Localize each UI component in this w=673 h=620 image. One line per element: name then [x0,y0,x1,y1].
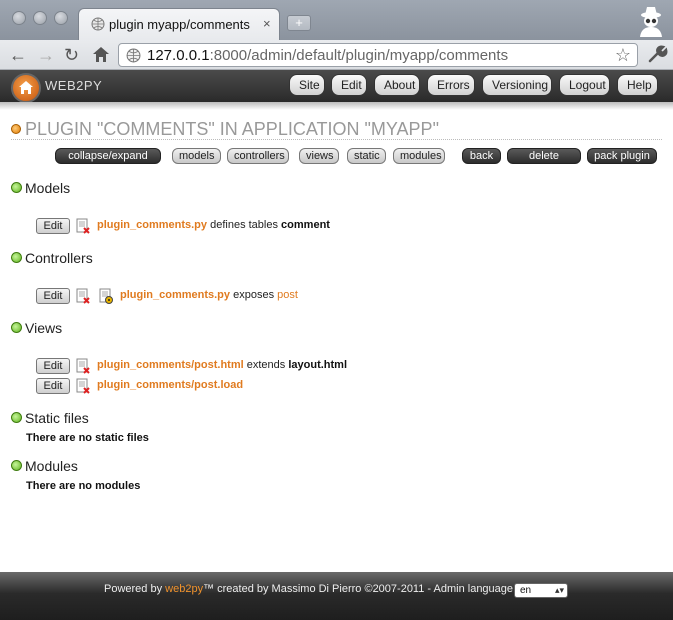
tab-close-icon[interactable]: × [263,16,271,31]
url-path: :8000/admin/default/plugin/myapp/comment… [209,47,509,64]
view-file-row: plugin_comments/post.html extends layout… [97,359,347,371]
new-tab-button[interactable]: + [287,15,311,31]
title-divider [11,139,662,140]
models-section-title[interactable]: Models [25,180,70,196]
delete-file-icon[interactable] [76,288,90,304]
view-file-row: plugin_comments/post.load [97,379,243,391]
modules-section-title[interactable]: Modules [25,458,78,474]
menu-help-button[interactable]: Help [617,74,658,96]
language-select[interactable]: en ▴▾ [514,583,568,598]
address-bar[interactable]: 127.0.0.1:8000/admin/default/plugin/myap… [118,43,638,67]
language-value: en [520,585,532,596]
controller-file-row: plugin_comments.py exposes post [120,289,298,301]
bookmark-star-icon[interactable]: ☆ [615,45,631,66]
browser-tab[interactable]: plugin myapp/comments × [78,8,280,40]
collapse-expand-all-button[interactable]: collapse/expand all [55,148,161,176]
delete-plugin-button[interactable]: delete plugin [507,148,581,176]
house-icon [19,81,33,94]
url-text: 127.0.0.1:8000/admin/default/plugin/myap… [147,47,508,64]
static-empty-note: There are no static files [26,432,149,444]
select-arrows-icon: ▴▾ [554,585,564,595]
edit-model-button[interactable]: Edit [36,218,70,234]
app-header: WEB2PY Site Edit About Errors Versioning… [0,70,673,103]
controller-file-link[interactable]: plugin_comments.py [120,289,230,301]
controllers-section-title[interactable]: Controllers [25,250,93,266]
logo-text: WEB2PY [45,78,103,93]
reload-icon[interactable]: ↻ [64,45,79,65]
minimize-window-button[interactable] [33,11,47,25]
model-file-row: plugin_comments.py defines tables commen… [97,219,330,231]
static-filter-button[interactable]: static [347,148,386,164]
exposed-function-link[interactable]: post [277,289,298,301]
globe-icon [126,48,141,63]
modules-bullet-icon [11,460,22,471]
home-icon[interactable] [92,46,110,63]
back-button[interactable]: back [462,148,501,164]
header-shadow [0,102,673,110]
page-title: PLUGIN "COMMENTS" IN APPLICATION "MYAPP" [25,119,439,139]
static-section-title[interactable]: Static files [25,410,89,426]
modules-filter-button[interactable]: modules [393,148,445,164]
edit-controller-button[interactable]: Edit [36,288,70,304]
controllers-filter-button[interactable]: controllers [227,148,289,164]
menu-site-button[interactable]: Site [289,74,325,96]
controller-desc: exposes [233,289,275,301]
url-host: 127.0.0.1 [147,47,210,64]
back-arrow-icon[interactable]: ← [9,45,27,65]
views-section-title[interactable]: Views [25,320,62,336]
menu-edit-button[interactable]: Edit [331,74,367,96]
test-file-icon[interactable] [99,288,113,304]
edit-view-button[interactable]: Edit [36,378,70,394]
modules-empty-note: There are no modules [26,480,141,492]
static-bullet-icon [11,412,22,423]
menu-versioning-button[interactable]: Versioning [482,74,552,96]
title-bullet-icon [11,124,21,134]
browser-tab-bar: plugin myapp/comments × + [0,0,673,40]
delete-file-icon[interactable] [76,358,90,374]
home-logo-icon[interactable] [11,73,41,103]
views-bullet-icon [11,322,22,333]
browser-toolbar: ← → ↻ 127.0.0.1:8000/admin/default/plugi… [0,40,673,70]
footer-credits: Powered by web2py™ created by Massimo Di… [104,583,513,595]
footer-rest: ™ created by Massimo Di Pierro ©2007-201… [203,583,514,595]
wrench-icon[interactable] [646,43,668,65]
globe-icon [91,17,105,31]
model-desc: defines tables [210,219,278,231]
models-bullet-icon [11,182,22,193]
view-file-link[interactable]: plugin_comments/post.html [97,359,244,371]
menu-logout-button[interactable]: Logout [559,74,610,96]
view-extends: layout.html [288,359,348,371]
forward-arrow-icon[interactable]: → [37,45,55,65]
views-filter-button[interactable]: views [299,148,339,164]
models-filter-button[interactable]: models [172,148,221,164]
edit-view-button[interactable]: Edit [36,358,70,374]
web2py-link[interactable]: web2py [165,583,203,595]
delete-file-icon[interactable] [76,218,90,234]
menu-about-button[interactable]: About [374,74,420,96]
close-window-button[interactable] [12,11,26,25]
menu-errors-button[interactable]: Errors [427,74,475,96]
model-file-link[interactable]: plugin_comments.py [97,219,207,231]
incognito-icon [640,7,662,37]
pack-plugin-button[interactable]: pack plugin [587,148,657,164]
zoom-window-button[interactable] [54,11,68,25]
footer-powered-by: Powered by [104,583,163,595]
delete-file-icon[interactable] [76,378,90,394]
controllers-bullet-icon [11,252,22,263]
view-file-link[interactable]: plugin_comments/post.load [97,379,243,391]
page-footer: Powered by web2py™ created by Massimo Di… [0,572,673,620]
tab-title: plugin myapp/comments [109,17,250,32]
model-tables: comment [281,219,330,231]
view-desc: extends [246,359,286,371]
